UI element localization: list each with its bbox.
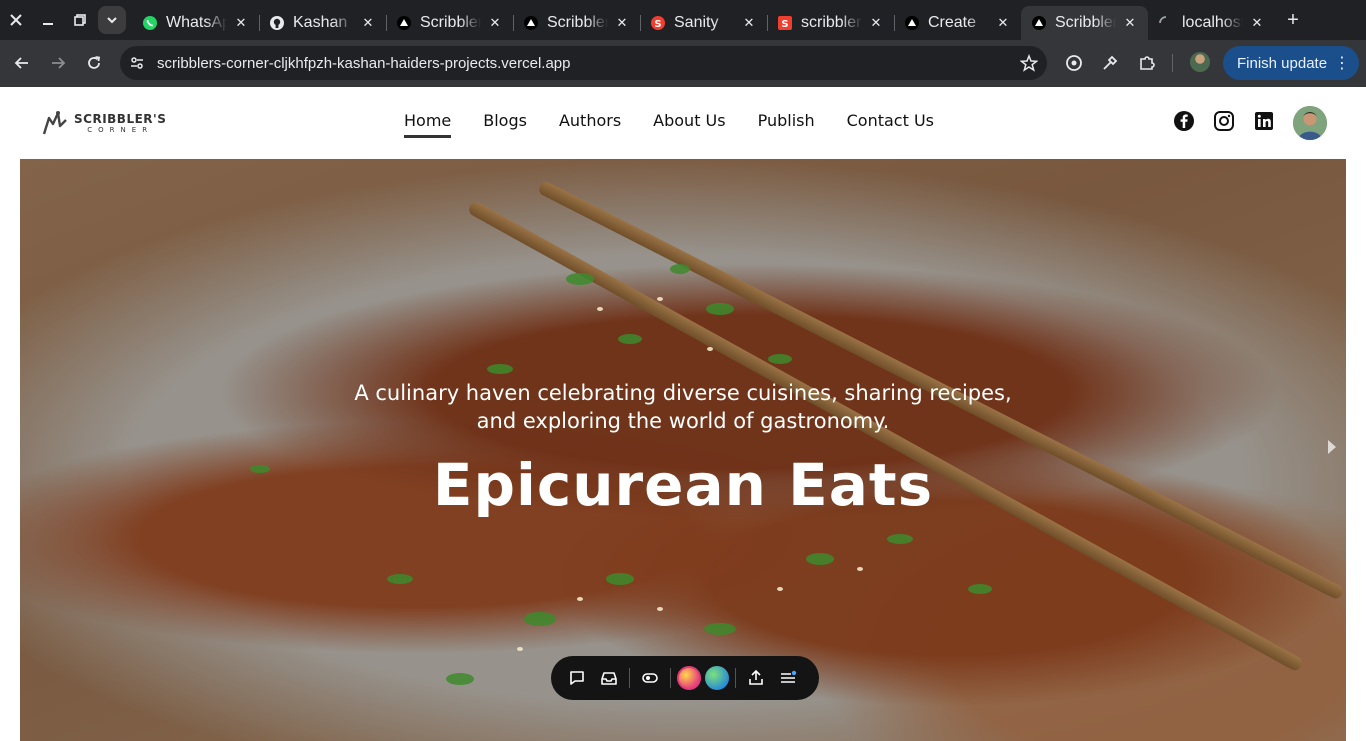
tab-title: Create bbox=[928, 14, 977, 31]
google-lens-icon[interactable] bbox=[1062, 51, 1086, 75]
more-vert-icon: ⋮ bbox=[1334, 55, 1350, 72]
svg-text:S: S bbox=[654, 19, 661, 30]
close-icon[interactable]: ✕ bbox=[868, 15, 884, 31]
toolbar-divider bbox=[670, 668, 671, 688]
url-text: scribblers-corner-cljkhfpzh-kashan-haide… bbox=[157, 54, 571, 72]
reload-icon[interactable] bbox=[76, 45, 112, 81]
close-icon[interactable]: ✕ bbox=[741, 15, 757, 31]
social-links bbox=[1172, 109, 1276, 133]
tab-search-chevron-down-icon[interactable] bbox=[98, 6, 126, 34]
close-icon[interactable]: ✕ bbox=[1122, 15, 1138, 31]
close-icon[interactable]: ✕ bbox=[360, 15, 376, 31]
facebook-icon[interactable] bbox=[1172, 109, 1196, 133]
inbox-icon[interactable] bbox=[593, 662, 625, 694]
tab-github[interactable]: Kashan ✕ bbox=[259, 6, 386, 40]
close-icon[interactable]: ✕ bbox=[614, 15, 630, 31]
toggle-icon[interactable] bbox=[634, 662, 666, 694]
extensions-puzzle-icon[interactable] bbox=[1135, 51, 1159, 75]
instagram-icon[interactable] bbox=[1212, 109, 1236, 133]
vercel-icon bbox=[396, 15, 412, 31]
sanity-icon: S bbox=[650, 15, 666, 31]
tab-localhost[interactable]: localhost ✕ bbox=[1148, 6, 1275, 40]
nav-contact-us[interactable]: Contact Us bbox=[847, 111, 934, 134]
browser-profile-avatar[interactable] bbox=[1190, 52, 1210, 72]
github-icon bbox=[269, 15, 285, 31]
logo-line2: CORNER bbox=[87, 125, 154, 134]
hero-title: Epicurean Eats bbox=[432, 451, 934, 519]
tab-title: Scribblers bbox=[547, 14, 608, 31]
logo-line1: SCRIBBLER'S bbox=[74, 111, 167, 126]
nav-publish[interactable]: Publish bbox=[758, 111, 815, 134]
svg-text:S: S bbox=[781, 19, 788, 30]
restore-window-icon[interactable] bbox=[64, 0, 96, 40]
tab-title: Scribblers bbox=[420, 14, 481, 31]
new-tab-plus-icon[interactable]: + bbox=[1275, 0, 1311, 40]
loading-icon bbox=[1158, 15, 1174, 31]
eyedropper-icon[interactable] bbox=[1098, 51, 1122, 75]
close-icon[interactable]: ✕ bbox=[233, 15, 249, 31]
scallion-garnish-decoration bbox=[250, 264, 992, 685]
vercel-icon bbox=[1031, 15, 1047, 31]
user-avatar[interactable] bbox=[1293, 106, 1327, 140]
tab-vercel-2[interactable]: Scribblers ✕ bbox=[513, 6, 640, 40]
site-header: SCRIBBLER'S CORNER Home Blogs Authors Ab… bbox=[0, 87, 1366, 159]
browser-tab-bar: WhatsApp ✕ Kashan ✕ Scribblers ✕ Scribbl… bbox=[0, 0, 1366, 40]
close-icon[interactable]: ✕ bbox=[1249, 15, 1265, 31]
finish-update-button[interactable]: Finish update ⋮ bbox=[1223, 46, 1359, 80]
hero-banner: A culinary haven celebrating diverse cui… bbox=[20, 159, 1346, 741]
nav-blogs[interactable]: Blogs bbox=[483, 111, 527, 134]
hero-subtitle-line2: and exploring the world of gastronomy. bbox=[476, 409, 890, 433]
tab-title: Kashan bbox=[293, 14, 348, 31]
nav-home[interactable]: Home bbox=[404, 111, 452, 138]
tab-sanity-studio[interactable]: S scribblers ✕ bbox=[767, 6, 894, 40]
tab-vercel-1[interactable]: Scribblers ✕ bbox=[386, 6, 513, 40]
whatsapp-icon bbox=[142, 15, 158, 31]
website: SCRIBBLER'S CORNER Home Blogs Authors Ab… bbox=[0, 87, 1366, 741]
forward-arrow-icon[interactable] bbox=[40, 45, 76, 81]
hero-subtitle-line1: A culinary haven celebrating diverse cui… bbox=[354, 381, 1012, 405]
toolbar-divider bbox=[629, 668, 630, 688]
share-upload-icon[interactable] bbox=[740, 662, 772, 694]
address-bar[interactable]: scribblers-corner-cljkhfpzh-kashan-haide… bbox=[120, 46, 1047, 80]
nav-about-us[interactable]: About Us bbox=[653, 111, 725, 134]
finish-update-label: Finish update bbox=[1237, 54, 1328, 72]
tab-title: Scribblers bbox=[1055, 14, 1116, 31]
toolbar-separator bbox=[1172, 54, 1173, 72]
site-settings-icon[interactable] bbox=[120, 46, 154, 80]
tab-sanity[interactable]: S Sanity ✕ bbox=[640, 6, 767, 40]
hero-subtitle: A culinary haven celebrating diverse cui… bbox=[20, 379, 1346, 435]
tab-title: scribblers bbox=[801, 14, 862, 31]
menu-icon[interactable] bbox=[772, 662, 804, 694]
toolbar-divider bbox=[735, 668, 736, 688]
site-logo[interactable]: SCRIBBLER'S CORNER bbox=[40, 107, 168, 139]
logo-text: SCRIBBLER'S CORNER bbox=[74, 113, 166, 134]
tab-title: WhatsApp bbox=[166, 14, 227, 31]
bookmark-star-icon[interactable] bbox=[1011, 46, 1047, 80]
tab-strip: WhatsApp ✕ Kashan ✕ Scribblers ✕ Scribbl… bbox=[132, 0, 1275, 40]
close-icon[interactable]: ✕ bbox=[995, 15, 1011, 31]
quill-logo-icon bbox=[42, 111, 67, 135]
floating-toolbar bbox=[551, 656, 819, 700]
main-nav: Home Blogs Authors About Us Publish Cont… bbox=[404, 111, 934, 138]
collaborator-orb-icon[interactable] bbox=[677, 666, 701, 690]
minimize-window-icon[interactable] bbox=[32, 0, 64, 40]
tab-active-scribblers[interactable]: Scribblers ✕ bbox=[1021, 6, 1148, 40]
nav-authors[interactable]: Authors bbox=[559, 111, 621, 134]
tab-whatsapp[interactable]: WhatsApp ✕ bbox=[132, 6, 259, 40]
collaborator-orb-icon[interactable] bbox=[705, 666, 729, 690]
close-window-icon[interactable] bbox=[0, 0, 32, 40]
carousel-next-arrow-icon[interactable] bbox=[1324, 435, 1340, 459]
sanity-square-icon: S bbox=[777, 15, 793, 31]
browser-toolbar: scribblers-corner-cljkhfpzh-kashan-haide… bbox=[0, 40, 1366, 87]
tab-create[interactable]: Create ✕ bbox=[894, 6, 1021, 40]
back-arrow-icon[interactable] bbox=[4, 45, 40, 81]
comment-icon[interactable] bbox=[561, 662, 593, 694]
tab-title: Sanity bbox=[674, 14, 719, 31]
close-icon[interactable]: ✕ bbox=[487, 15, 503, 31]
tab-title: localhost bbox=[1182, 14, 1243, 31]
linkedin-icon[interactable] bbox=[1252, 109, 1276, 133]
vercel-icon bbox=[904, 15, 920, 31]
vercel-icon bbox=[523, 15, 539, 31]
